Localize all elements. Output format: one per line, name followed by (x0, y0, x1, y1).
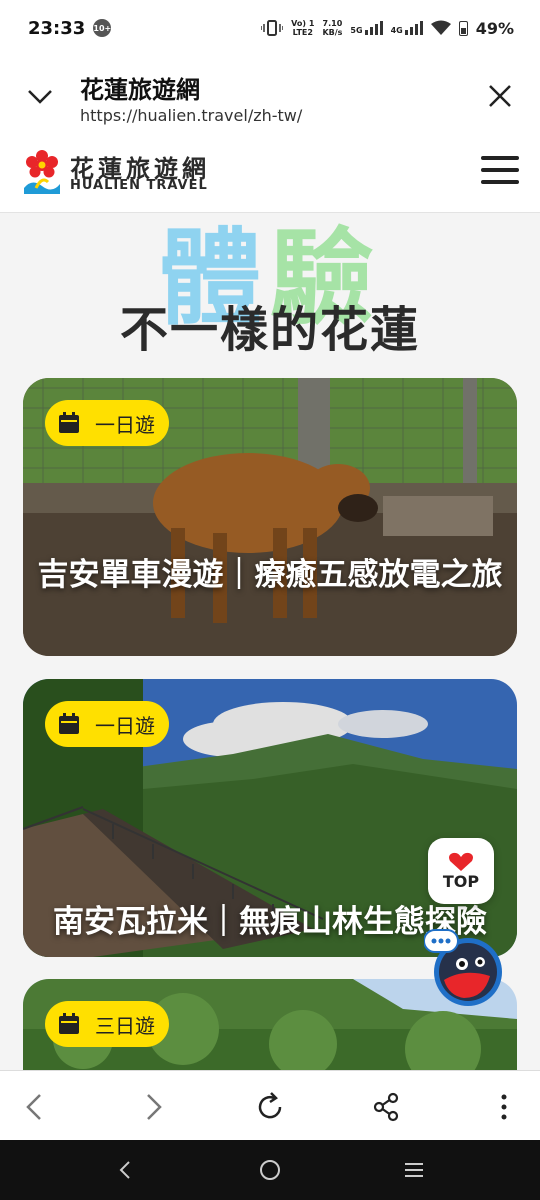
signal-5g: 5G (350, 21, 383, 35)
browser-page-title: 花蓮旅遊網 (80, 76, 200, 104)
top-label: TOP (442, 871, 480, 891)
signal-4g: 4G (391, 21, 423, 35)
site-header: 花蓮旅遊網 HUALIEN TRAVEL (0, 132, 540, 213)
browser-title-bar: 花蓮旅遊網 https://hualien.travel/zh-tw/ (0, 56, 540, 132)
duration-tag: 一日遊 (45, 400, 169, 446)
hero-headline: 不一樣的花蓮 (119, 302, 420, 358)
browser-url[interactable]: https://hualien.travel/zh-tw/ (80, 106, 302, 125)
back-to-top-button[interactable]: TOP (428, 838, 494, 904)
reload-icon[interactable] (254, 1091, 286, 1123)
trip-title: 吉安單車漫遊｜療癒五感放電之旅 (37, 557, 503, 593)
clock: 23:33 (28, 17, 86, 39)
volte-indicator: Vo) 1 LTE2 (291, 19, 315, 37)
browser-toolbar (0, 1070, 540, 1141)
trip-card[interactable]: 一日遊 吉安單車漫遊｜療癒五感放電之旅 (23, 378, 517, 656)
heart-icon (449, 852, 473, 871)
nav-recents-icon[interactable] (402, 1158, 426, 1182)
status-bar: 23:33 10+ Vo) 1 LTE2 7.10 KB/s 5G 4G 49% (0, 0, 540, 56)
menu-icon[interactable] (481, 156, 519, 188)
system-nav-bar (0, 1140, 540, 1200)
duration-label: 一日遊 (95, 713, 155, 738)
net-speed: 7.10 KB/s (322, 19, 343, 37)
wifi-icon (430, 20, 451, 35)
back-arrow-icon[interactable] (20, 1091, 52, 1123)
battery-percent: 49% (475, 18, 514, 38)
hualien-flower-logo-icon[interactable] (22, 148, 62, 196)
calendar-icon (59, 412, 79, 433)
duration-tag: 一日遊 (45, 701, 169, 747)
forward-arrow-icon[interactable] (136, 1091, 168, 1123)
more-options-icon[interactable] (488, 1091, 520, 1123)
battery-icon (458, 20, 468, 36)
chevron-down-icon[interactable] (26, 82, 54, 110)
duration-tag: 三日遊 (45, 1001, 169, 1047)
chatbot-mascot-icon[interactable] (424, 928, 504, 1008)
calendar-icon (59, 1013, 79, 1034)
vibrate-icon (261, 20, 284, 36)
share-icon[interactable] (370, 1091, 402, 1123)
nav-home-icon[interactable] (258, 1158, 282, 1182)
logo-text-english: HUALIEN TRAVEL (70, 178, 208, 193)
duration-label: 三日遊 (95, 1013, 155, 1038)
close-icon[interactable] (486, 82, 514, 110)
duration-label: 一日遊 (95, 412, 155, 437)
trip-card[interactable]: 一日遊 南安瓦拉米｜無痕山林生態探險 (23, 679, 517, 957)
calendar-icon (59, 713, 79, 734)
notification-badge: 10+ (93, 19, 112, 37)
nav-back-icon[interactable] (114, 1158, 138, 1182)
